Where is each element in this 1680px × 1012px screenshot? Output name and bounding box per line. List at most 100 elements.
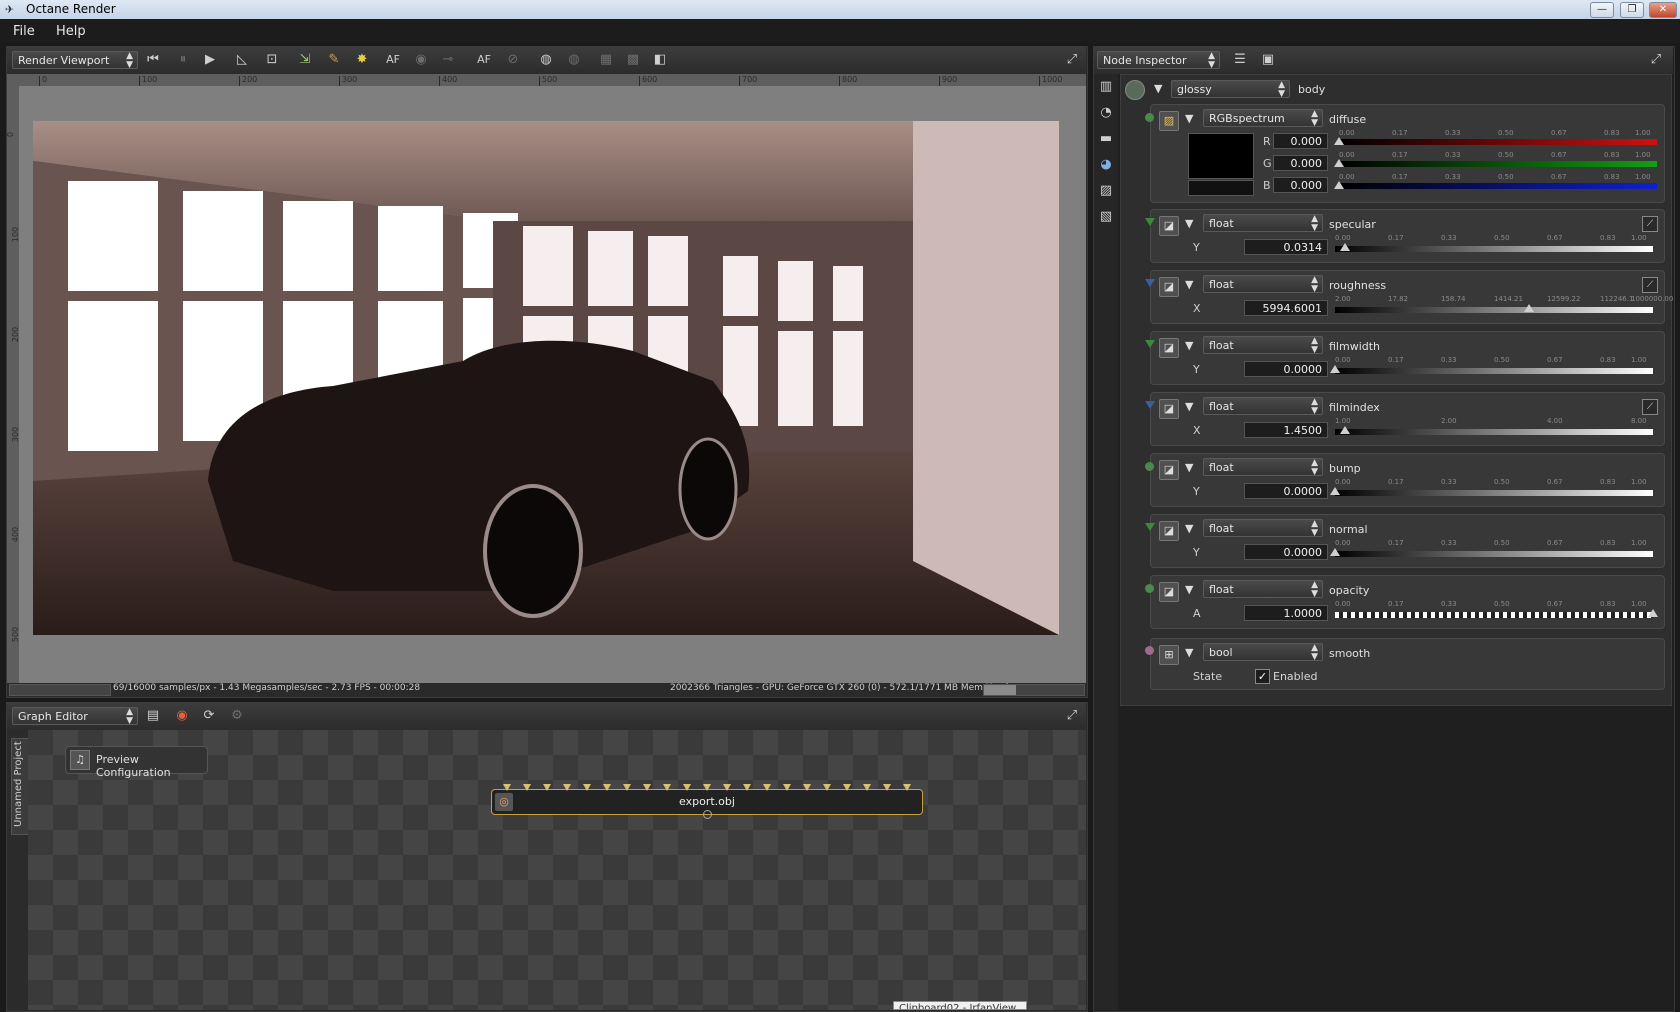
node-input-pin[interactable] <box>863 784 871 791</box>
float-value-icon[interactable]: ◪ <box>1159 582 1179 602</box>
filmwidth-type-select[interactable]: float ▲ ▼ <box>1203 336 1323 355</box>
texture-icon[interactable]: ▨ <box>1159 111 1179 131</box>
channel-slider[interactable] <box>1339 183 1657 189</box>
measure-icon[interactable]: ◺ <box>233 51 251 69</box>
maximize-button[interactable]: ❐ <box>1620 2 1644 18</box>
bump-slider[interactable] <box>1335 490 1653 496</box>
af-label-button[interactable]: AF <box>475 51 493 69</box>
film-icon[interactable]: ▬ <box>1097 130 1115 148</box>
opacity-value-field[interactable]: 1.0000 <box>1244 605 1328 621</box>
smooth-pin[interactable] <box>1145 646 1154 655</box>
filmwidth-slider[interactable] <box>1335 368 1653 374</box>
inspector-panel-select[interactable]: Node Inspector ▲ ▼ <box>1097 51 1220 70</box>
slider-handle[interactable] <box>1648 609 1658 617</box>
float-value-icon[interactable]: ◪ <box>1159 216 1179 236</box>
collapse-triangle-icon[interactable]: ▼ <box>1185 646 1193 659</box>
export-icon[interactable]: ⇲ <box>296 51 314 69</box>
maximize-panel-icon[interactable]: ⤢ <box>1647 51 1665 69</box>
normal-pin[interactable] <box>1145 523 1155 531</box>
opacity-slider[interactable] <box>1335 612 1653 618</box>
node-input-pin[interactable] <box>823 784 831 791</box>
slider-handle[interactable] <box>1330 548 1340 556</box>
imager-icon[interactable]: ▨ <box>1097 182 1115 200</box>
normal-type-select[interactable]: float ▲ ▼ <box>1203 519 1323 538</box>
roughness-type-select[interactable]: float ▲ ▼ <box>1203 275 1323 294</box>
load-mesh-icon[interactable]: ◉ <box>173 707 191 725</box>
checker-icon[interactable]: ▩ <box>624 51 642 69</box>
channel-slider[interactable] <box>1339 139 1657 145</box>
slider-handle[interactable] <box>1334 181 1344 189</box>
slider-handle[interactable] <box>1334 137 1344 145</box>
node-input-pin[interactable] <box>503 784 511 791</box>
region-icon[interactable]: ⊡ <box>263 51 281 69</box>
graph-panel-select[interactable]: Graph Editor ▲ ▼ <box>12 707 138 726</box>
node-input-pin[interactable] <box>703 784 711 791</box>
node-input-pin[interactable] <box>643 784 651 791</box>
opacity-pin[interactable] <box>1145 584 1154 593</box>
slider-handle[interactable] <box>1330 487 1340 495</box>
reload-icon[interactable]: ⟳ <box>200 707 218 725</box>
node-input-pin[interactable] <box>523 784 531 791</box>
bg-icon[interactable]: ▦ <box>597 51 615 69</box>
texture-curve-icon[interactable]: ⟋ <box>1642 399 1658 415</box>
collapse-triangle-icon[interactable]: ▼ <box>1185 400 1193 413</box>
node-input-pin[interactable] <box>743 784 751 791</box>
world2-icon[interactable]: ◍ <box>565 51 583 69</box>
float-value-icon[interactable]: ◪ <box>1159 399 1179 419</box>
collapse-triangle-icon[interactable]: ▼ <box>1185 461 1193 474</box>
slider-handle[interactable] <box>1524 304 1534 312</box>
channel-value-field[interactable]: 0.000 <box>1273 133 1328 149</box>
channel-value-field[interactable]: 0.000 <box>1273 155 1328 171</box>
camera-icon[interactable]: ◔ <box>1097 104 1115 122</box>
pause-icon[interactable]: ⏸ <box>174 51 192 69</box>
expand-icon[interactable]: ▣ <box>1259 51 1277 69</box>
af-icon[interactable]: AF <box>384 51 402 69</box>
node-input-pin[interactable] <box>883 784 891 791</box>
maximize-panel-icon[interactable]: ⤢ <box>1063 51 1081 69</box>
alpha-icon[interactable]: ◧ <box>651 51 669 69</box>
texture-curve-icon[interactable]: ⟋ <box>1642 216 1658 232</box>
kernel-icon[interactable]: ▧ <box>1097 208 1115 226</box>
node-input-pin[interactable] <box>763 784 771 791</box>
filmindex-slider[interactable] <box>1335 429 1653 435</box>
specular-slider[interactable] <box>1335 246 1653 252</box>
bump-type-select[interactable]: float ▲ ▼ <box>1203 458 1323 477</box>
node-output-pin[interactable] <box>703 810 712 819</box>
project-tab[interactable]: Unnamed Project <box>11 738 29 835</box>
filmindex-pin[interactable] <box>1145 401 1155 409</box>
filmwidth-value-field[interactable]: 0.0000 <box>1244 361 1328 377</box>
collapse-triangle-icon[interactable]: ▼ <box>1185 583 1193 596</box>
opacity-type-select[interactable]: float ▲ ▼ <box>1203 580 1323 599</box>
collapse-triangle-icon[interactable]: ▼ <box>1185 112 1193 125</box>
save-graph-icon[interactable]: ▤ <box>144 707 162 725</box>
specular-value-field[interactable]: 0.0314 <box>1244 239 1328 255</box>
gray-icon[interactable]: ◉ <box>412 51 430 69</box>
texture-curve-icon[interactable]: ⟋ <box>1642 277 1658 293</box>
channel-value-field[interactable]: 0.000 <box>1273 177 1328 193</box>
filmwidth-pin[interactable] <box>1145 340 1155 348</box>
bump-value-field[interactable]: 0.0000 <box>1244 483 1328 499</box>
world-icon[interactable]: ◍ <box>537 51 555 69</box>
bool-icon[interactable]: ⊞ <box>1159 645 1179 665</box>
diffuse-type-select[interactable]: RGBspectrum ▲ ▼ <box>1203 109 1323 128</box>
light-icon[interactable]: ✸ <box>353 51 371 69</box>
close-button[interactable]: ✕ <box>1649 2 1677 18</box>
collapse-triangle-icon[interactable]: ▼ <box>1185 217 1193 230</box>
float-value-icon[interactable]: ◪ <box>1159 460 1179 480</box>
viewport-panel-select[interactable]: Render Viewport ▲ ▼ <box>12 51 138 70</box>
minimize-button[interactable]: — <box>1590 2 1614 18</box>
material-type-select[interactable]: glossy ▲ ▼ <box>1171 80 1290 99</box>
slider-handle[interactable] <box>1334 159 1344 167</box>
lock-icon[interactable]: ⊘ <box>504 51 522 69</box>
node-input-pin[interactable] <box>903 784 911 791</box>
paint-icon[interactable]: ✎ <box>325 51 343 69</box>
settings-icon[interactable]: ⚙ <box>228 707 246 725</box>
slider-handle[interactable] <box>1340 243 1350 251</box>
collapse-triangle-icon[interactable]: ▼ <box>1154 82 1162 95</box>
node-input-pin[interactable] <box>663 784 671 791</box>
slider-handle[interactable] <box>1330 365 1340 373</box>
smooth-checkbox[interactable]: ✓ <box>1255 669 1270 684</box>
node-input-pin[interactable] <box>783 784 791 791</box>
smooth-type-select[interactable]: bool ▲ ▼ <box>1203 643 1323 662</box>
collapse-triangle-icon[interactable]: ▼ <box>1185 522 1193 535</box>
